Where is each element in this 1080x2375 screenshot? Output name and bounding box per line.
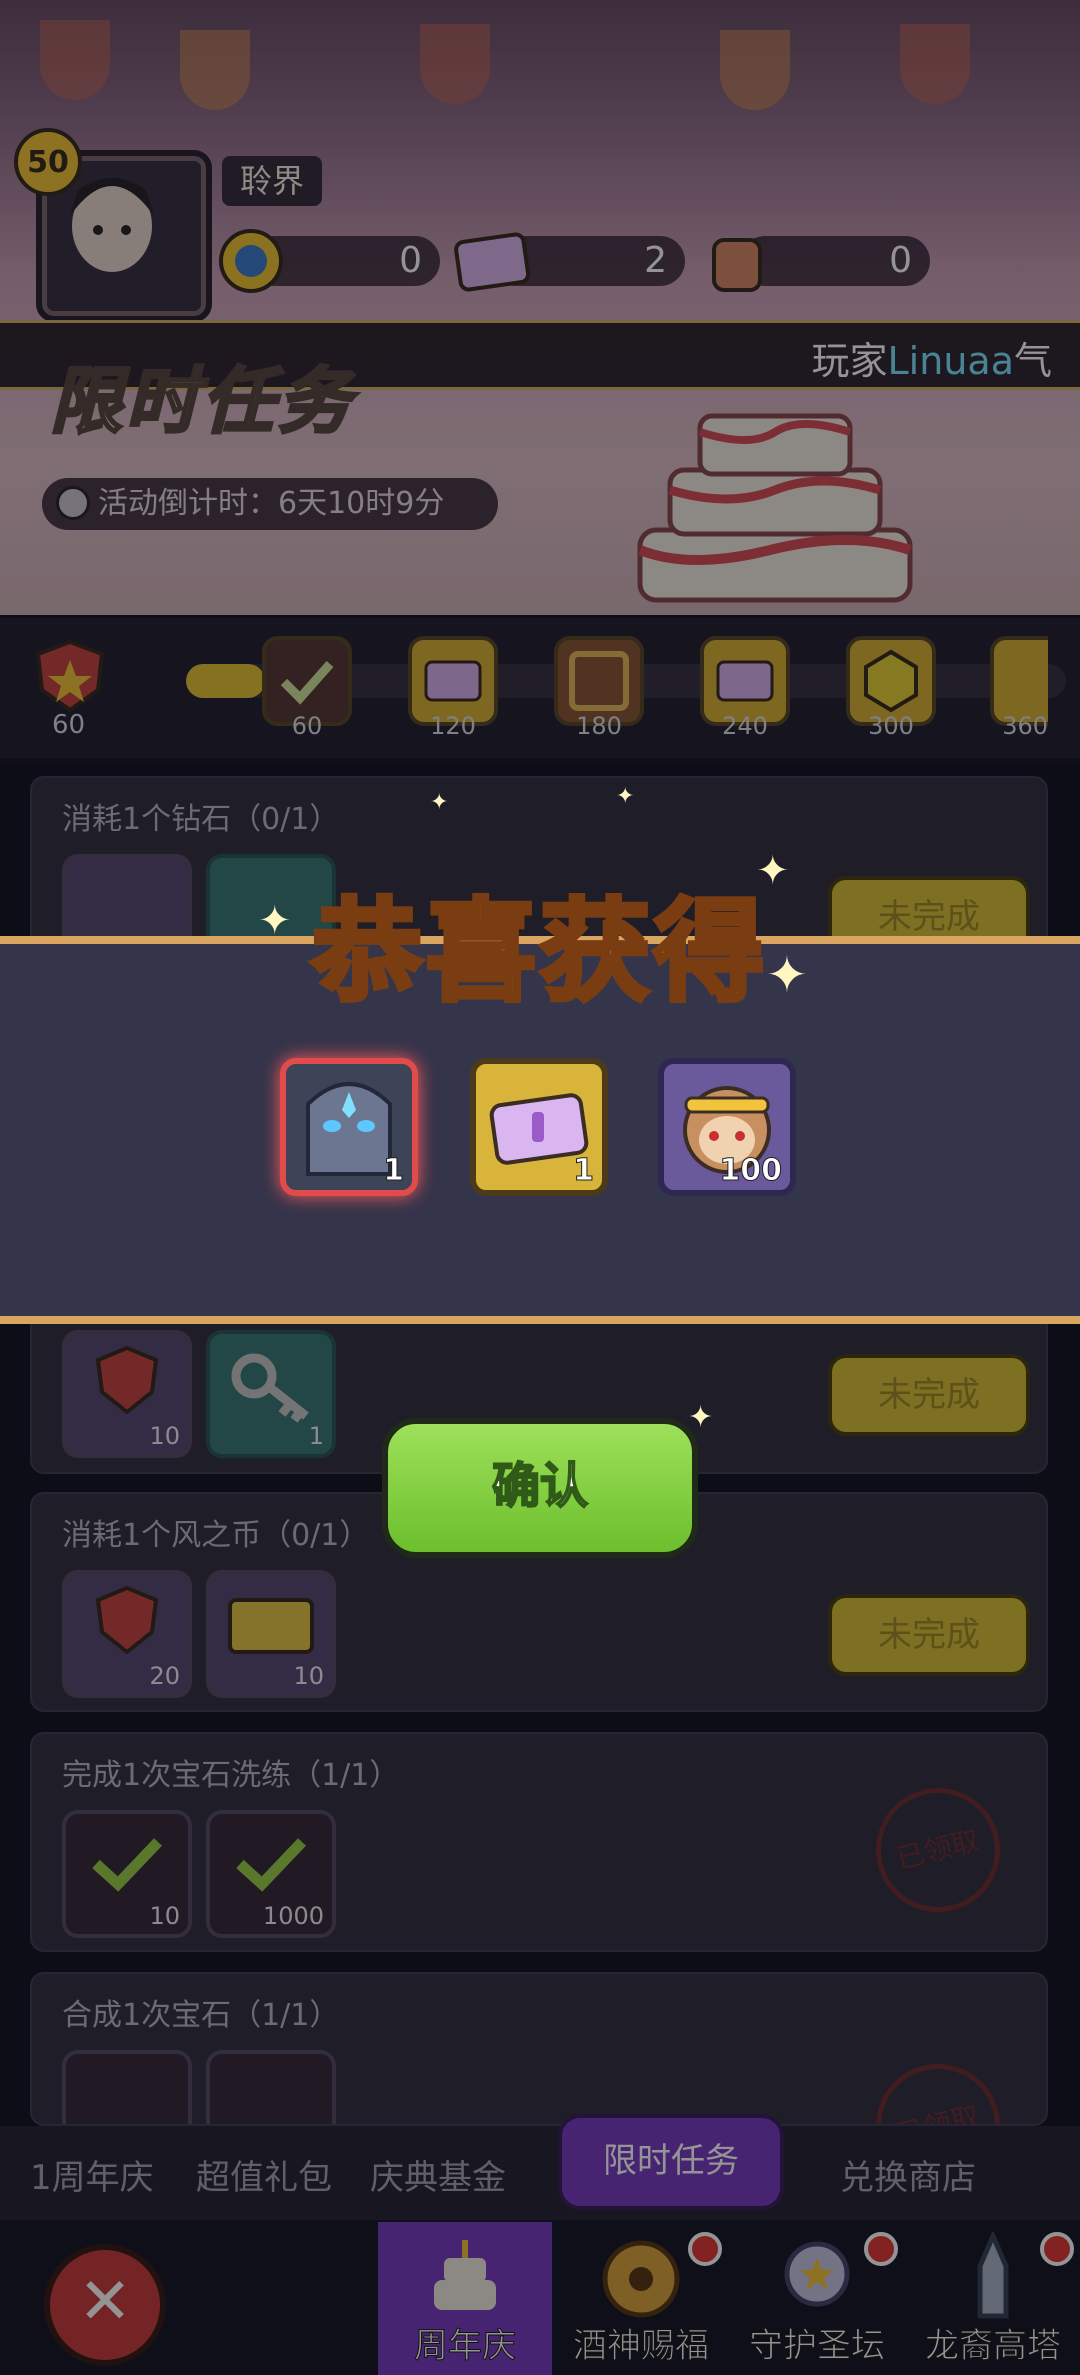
prize-monkey-king[interactable]: 100	[658, 1058, 796, 1196]
sparkle-icon: ✦	[766, 946, 808, 1004]
prize-purple-ticket[interactable]: 1	[470, 1058, 608, 1196]
sparkle-icon: ✦	[688, 1400, 714, 1435]
prize-dark-knight[interactable]: 1	[280, 1058, 418, 1196]
sparkle-icon: ✦	[616, 784, 635, 809]
confirm-button[interactable]: 确认	[382, 1418, 698, 1558]
sparkle-icon: ✦	[756, 848, 790, 894]
sparkle-icon: ✦	[258, 898, 292, 944]
sparkle-icon: ✦	[430, 790, 449, 815]
congrats-title: 恭喜获得	[310, 886, 768, 1019]
